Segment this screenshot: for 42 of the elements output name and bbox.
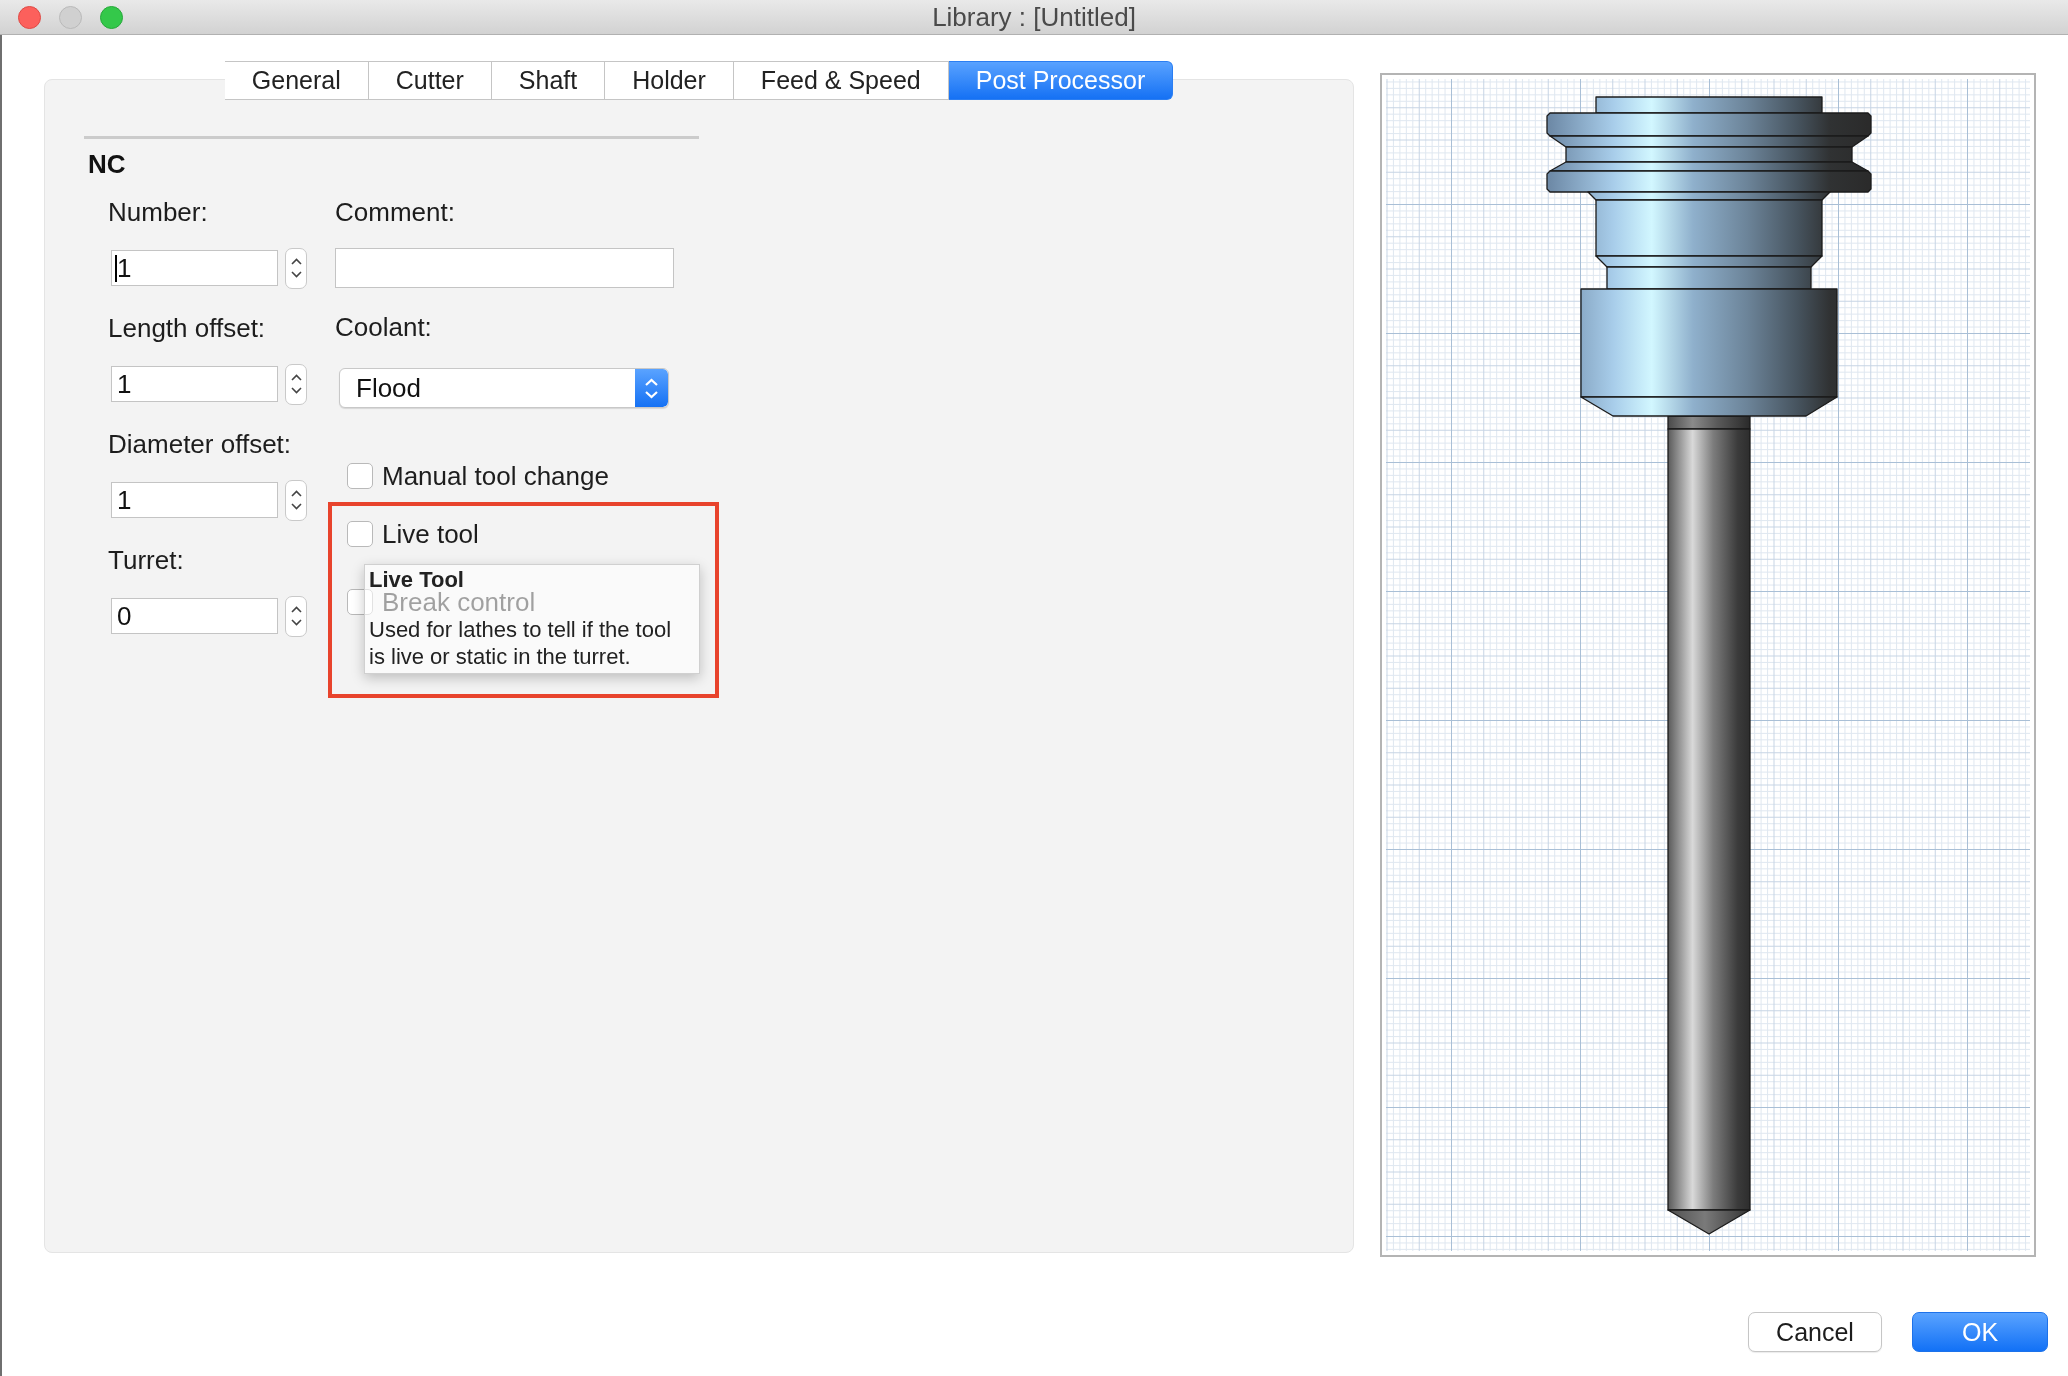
close-icon[interactable] — [18, 5, 41, 29]
number-input[interactable]: 1 — [111, 366, 278, 402]
checkbox-label: Live tool — [382, 519, 479, 549]
number-input[interactable]: 1 — [111, 250, 278, 286]
tab[interactable]: General — [224, 61, 369, 100]
field-label: Diameter offset: — [108, 429, 292, 459]
stepper[interactable] — [285, 247, 307, 289]
number-input[interactable]: 1 — [111, 482, 278, 518]
chevron-up-icon[interactable] — [290, 490, 302, 497]
checkbox[interactable] — [347, 589, 373, 615]
chevron-up-icon[interactable] — [290, 374, 302, 381]
field-label: Length offset: — [108, 313, 266, 343]
stepper[interactable] — [285, 595, 307, 637]
chevron-down-icon[interactable] — [290, 387, 302, 394]
chevron-up-icon[interactable] — [290, 258, 302, 265]
field-label: Comment: — [335, 197, 455, 227]
checkbox[interactable] — [347, 521, 373, 547]
stepper[interactable] — [285, 479, 307, 521]
chevron-down-icon[interactable] — [290, 503, 302, 510]
field-label: Turret: — [108, 545, 184, 575]
tab[interactable]: Holder — [605, 61, 734, 100]
checkbox-label: Break control — [382, 590, 536, 614]
chevron-down-icon[interactable] — [290, 619, 302, 626]
chevron-down-icon[interactable] — [290, 271, 302, 278]
window-title: Library : [Untitled] — [932, 1, 1136, 33]
field-label: Number: — [108, 197, 208, 227]
field-label: Coolant: — [335, 312, 432, 342]
tab[interactable]: Cutter — [368, 61, 492, 100]
tooltip-text: Used for lathes to tell if the tool is live or static in the turret. — [369, 616, 673, 670]
cancel-button[interactable]: Cancel — [1748, 1312, 1882, 1352]
tooltip-title: Live Tool — [369, 570, 464, 590]
checkbox[interactable] — [347, 463, 373, 489]
section-heading: NC — [88, 149, 126, 179]
checkbox-label: Manual tool change — [382, 461, 609, 491]
stepper[interactable] — [285, 363, 307, 405]
tab[interactable]: Shaft — [491, 61, 606, 100]
tab[interactable]: Feed & Speed — [733, 61, 949, 100]
coolant-dropdown[interactable]: Flood — [339, 368, 669, 408]
comment-input[interactable] — [335, 248, 674, 288]
dropdown-arrows-icon — [635, 369, 668, 407]
number-input[interactable]: 0 — [111, 598, 278, 634]
chevron-up-icon[interactable] — [290, 606, 302, 613]
